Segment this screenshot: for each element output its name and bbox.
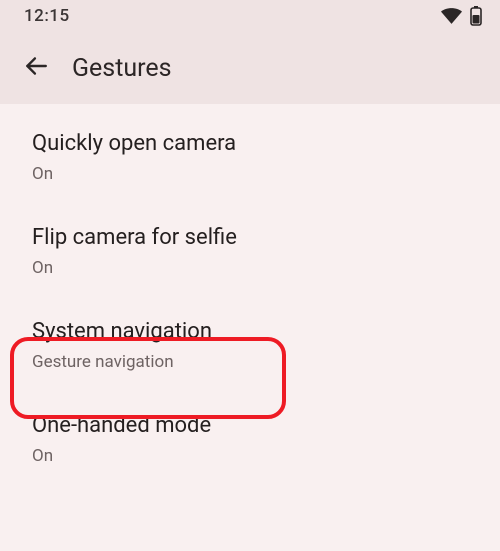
row-subtitle: Gesture navigation <box>32 352 468 372</box>
status-bar: 12:15 <box>0 0 500 32</box>
row-title: One-handed mode <box>32 412 468 440</box>
row-subtitle: On <box>32 164 468 184</box>
status-icons <box>441 6 482 26</box>
page-title: Gestures <box>72 54 172 83</box>
app-bar: Gestures <box>0 32 500 104</box>
battery-icon <box>470 6 482 26</box>
row-quickly-open-camera[interactable]: Quickly open camera On <box>0 110 500 204</box>
settings-list: Quickly open camera On Flip camera for s… <box>0 104 500 486</box>
status-time: 12:15 <box>24 6 70 26</box>
arrow-back-icon <box>23 53 49 83</box>
back-button[interactable] <box>12 44 60 92</box>
row-title: Quickly open camera <box>32 130 468 158</box>
row-flip-camera-for-selfie[interactable]: Flip camera for selfie On <box>0 204 500 298</box>
row-one-handed-mode[interactable]: One-handed mode On <box>0 392 500 486</box>
row-title: Flip camera for selfie <box>32 224 468 252</box>
row-system-navigation[interactable]: System navigation Gesture navigation <box>0 298 500 392</box>
row-subtitle: On <box>32 446 468 466</box>
row-subtitle: On <box>32 258 468 278</box>
wifi-icon <box>441 8 462 24</box>
row-title: System navigation <box>32 318 468 346</box>
